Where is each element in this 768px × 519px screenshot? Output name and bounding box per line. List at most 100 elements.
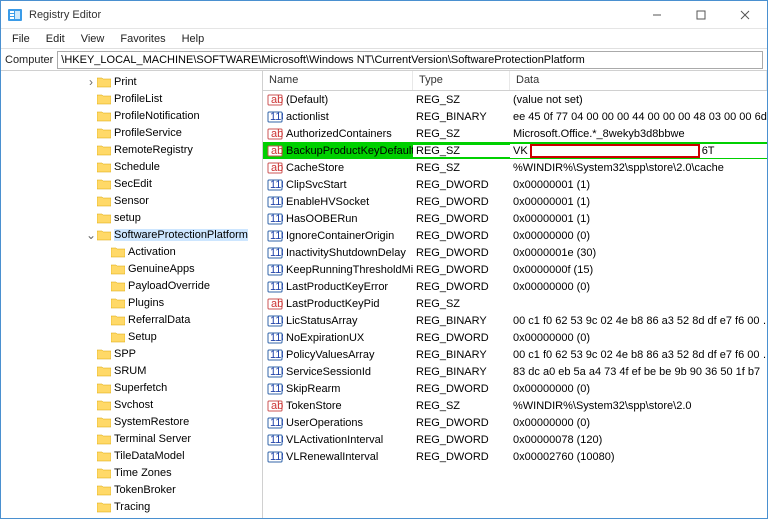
menu-view[interactable]: View xyxy=(74,31,112,47)
value-type: REG_DWORD xyxy=(413,434,510,446)
value-data: 83 dc a0 eb 5a a4 73 4f ef be be 9b 90 3… xyxy=(510,366,767,378)
tree-item[interactable]: SecEdit xyxy=(1,175,262,192)
menu-favorites[interactable]: Favorites xyxy=(113,31,172,47)
svg-text:110: 110 xyxy=(270,179,283,191)
app-icon xyxy=(7,7,23,23)
tree-item[interactable]: Time Zones xyxy=(1,464,262,481)
reg-binary-icon: 110 xyxy=(267,365,283,379)
value-row[interactable]: abBackupProductKeyDefaultREG_SZVK6T xyxy=(263,142,767,159)
maximize-button[interactable] xyxy=(679,1,723,29)
value-row[interactable]: 110HasOOBERunREG_DWORD0x00000001 (1) xyxy=(263,210,767,227)
tree-item[interactable]: TileDataModel xyxy=(1,447,262,464)
tree-item[interactable]: ⌄ SoftwareProtectionPlatform xyxy=(1,226,262,243)
tree-item[interactable]: Tracing xyxy=(1,498,262,515)
value-row[interactable]: abCacheStoreREG_SZ%WINDIR%\System32\spp\… xyxy=(263,159,767,176)
svg-text:ab: ab xyxy=(271,298,283,310)
header-type[interactable]: Type xyxy=(413,71,510,90)
value-row[interactable]: 110ServiceSessionIdREG_BINARY83 dc a0 eb… xyxy=(263,363,767,380)
collapse-icon[interactable]: ⌄ xyxy=(85,229,97,241)
tree-item[interactable]: Terminal Server xyxy=(1,430,262,447)
tree-item[interactable]: ProfileNotification xyxy=(1,107,262,124)
menu-help[interactable]: Help xyxy=(175,31,212,47)
header-data[interactable]: Data xyxy=(510,71,767,90)
menu-file[interactable]: File xyxy=(5,31,37,47)
value-data: 0x00000000 (0) xyxy=(510,417,767,429)
reg-string-icon: ab xyxy=(267,144,283,158)
values-header: Name Type Data xyxy=(263,71,767,91)
value-row[interactable]: 110VLActivationIntervalREG_DWORD0x000000… xyxy=(263,431,767,448)
tree-item[interactable]: PayloadOverride xyxy=(1,277,262,294)
minimize-button[interactable] xyxy=(635,1,679,29)
tree-item-label: Time Zones xyxy=(114,467,172,479)
value-row[interactable]: 110KeepRunningThresholdMinsREG_DWORD0x00… xyxy=(263,261,767,278)
header-name[interactable]: Name xyxy=(263,71,413,90)
value-row[interactable]: 110VLRenewalIntervalREG_DWORD0x00002760 … xyxy=(263,448,767,465)
value-row[interactable]: abLastProductKeyPidREG_SZ xyxy=(263,295,767,312)
menu-edit[interactable]: Edit xyxy=(39,31,72,47)
tree-item[interactable]: ›Print xyxy=(1,73,262,90)
tree-item[interactable]: Setup xyxy=(1,328,262,345)
folder-icon xyxy=(97,467,111,479)
tree-item[interactable]: Plugins xyxy=(1,294,262,311)
value-row[interactable]: 110InactivityShutdownDelayREG_DWORD0x000… xyxy=(263,244,767,261)
value-row[interactable]: 110PolicyValuesArrayREG_BINARY00 c1 f0 6… xyxy=(263,346,767,363)
value-name: NoExpirationUX xyxy=(286,332,364,344)
tree-item[interactable]: Sensor xyxy=(1,192,262,209)
value-row[interactable]: 110UserOperationsREG_DWORD0x00000000 (0) xyxy=(263,414,767,431)
value-row[interactable]: 110LastProductKeyErrorREG_DWORD0x0000000… xyxy=(263,278,767,295)
tree-item[interactable]: Schedule xyxy=(1,158,262,175)
value-data: ee 45 0f 77 04 00 00 00 44 00 00 00 48 0… xyxy=(510,111,767,123)
value-row[interactable]: 110actionlistREG_BINARYee 45 0f 77 04 00… xyxy=(263,108,767,125)
value-data: 0x00000001 (1) xyxy=(510,179,767,191)
tree-pane[interactable]: ›PrintProfileListProfileNotification Prof… xyxy=(1,71,263,518)
tree-item[interactable]: ProfileService xyxy=(1,124,262,141)
tree-item[interactable]: SPP xyxy=(1,345,262,362)
close-button[interactable] xyxy=(723,1,767,29)
value-type: REG_SZ xyxy=(413,94,510,106)
value-row[interactable]: 110ClipSvcStartREG_DWORD0x00000001 (1) xyxy=(263,176,767,193)
tree-item-label: TokenBroker xyxy=(114,484,176,496)
tree-item[interactable]: GenuineApps xyxy=(1,260,262,277)
value-row[interactable]: 110SkipRearmREG_DWORD0x00000000 (0) xyxy=(263,380,767,397)
reg-binary-icon: 110 xyxy=(267,280,283,294)
value-type: REG_DWORD xyxy=(413,281,510,293)
title-bar: Registry Editor xyxy=(1,1,767,29)
value-row[interactable]: abTokenStoreREG_SZ%WINDIR%\System32\spp\… xyxy=(263,397,767,414)
expand-icon[interactable]: › xyxy=(85,76,97,88)
tree-item-label: Tracing xyxy=(114,501,150,513)
value-row[interactable]: ab(Default)REG_SZ(value not set) xyxy=(263,91,767,108)
value-data: (value not set) xyxy=(510,94,767,106)
value-data: 0x00000000 (0) xyxy=(510,332,767,344)
tree-item[interactable]: Superfetch xyxy=(1,379,262,396)
value-row[interactable]: 110LicStatusArrayREG_BINARY00 c1 f0 62 5… xyxy=(263,312,767,329)
values-body: ab(Default)REG_SZ(value not set)110actio… xyxy=(263,91,767,465)
tree-item-label: SoftwareProtectionPlatform xyxy=(114,229,248,241)
tree-item[interactable]: ProfileList xyxy=(1,90,262,107)
tree-item[interactable]: UAC xyxy=(1,515,262,518)
reg-binary-icon: 110 xyxy=(267,331,283,345)
address-input[interactable] xyxy=(57,51,763,69)
tree-item[interactable]: Activation xyxy=(1,243,262,260)
tree-item[interactable]: TokenBroker xyxy=(1,481,262,498)
tree-item[interactable]: SystemRestore xyxy=(1,413,262,430)
value-row[interactable]: 110EnableHVSocketREG_DWORD0x00000001 (1) xyxy=(263,193,767,210)
tree-item[interactable]: Svchost xyxy=(1,396,262,413)
folder-icon xyxy=(97,484,111,496)
value-row[interactable]: 110NoExpirationUXREG_DWORD0x00000000 (0) xyxy=(263,329,767,346)
value-type: REG_BINARY xyxy=(413,366,510,378)
value-data: %WINDIR%\System32\spp\store\2.0 xyxy=(510,400,767,412)
reg-binary-icon: 110 xyxy=(267,110,283,124)
tree-item[interactable]: SRUM xyxy=(1,362,262,379)
value-name: KeepRunningThresholdMins xyxy=(286,264,413,276)
value-name: IgnoreContainerOrigin xyxy=(286,230,394,242)
value-row[interactable]: 110IgnoreContainerOriginREG_DWORD0x00000… xyxy=(263,227,767,244)
values-pane[interactable]: Name Type Data ab(Default)REG_SZ(value n… xyxy=(263,71,767,518)
tree-item[interactable]: RemoteRegistry xyxy=(1,141,262,158)
folder-icon xyxy=(97,212,111,224)
value-row[interactable]: abAuthorizedContainersREG_SZMicrosoft.Of… xyxy=(263,125,767,142)
tree-item[interactable]: setup xyxy=(1,209,262,226)
svg-text:110: 110 xyxy=(270,230,283,242)
tree-item-label: ProfileService xyxy=(114,127,182,139)
value-name: CacheStore xyxy=(286,162,344,174)
tree-item[interactable]: ReferralData xyxy=(1,311,262,328)
